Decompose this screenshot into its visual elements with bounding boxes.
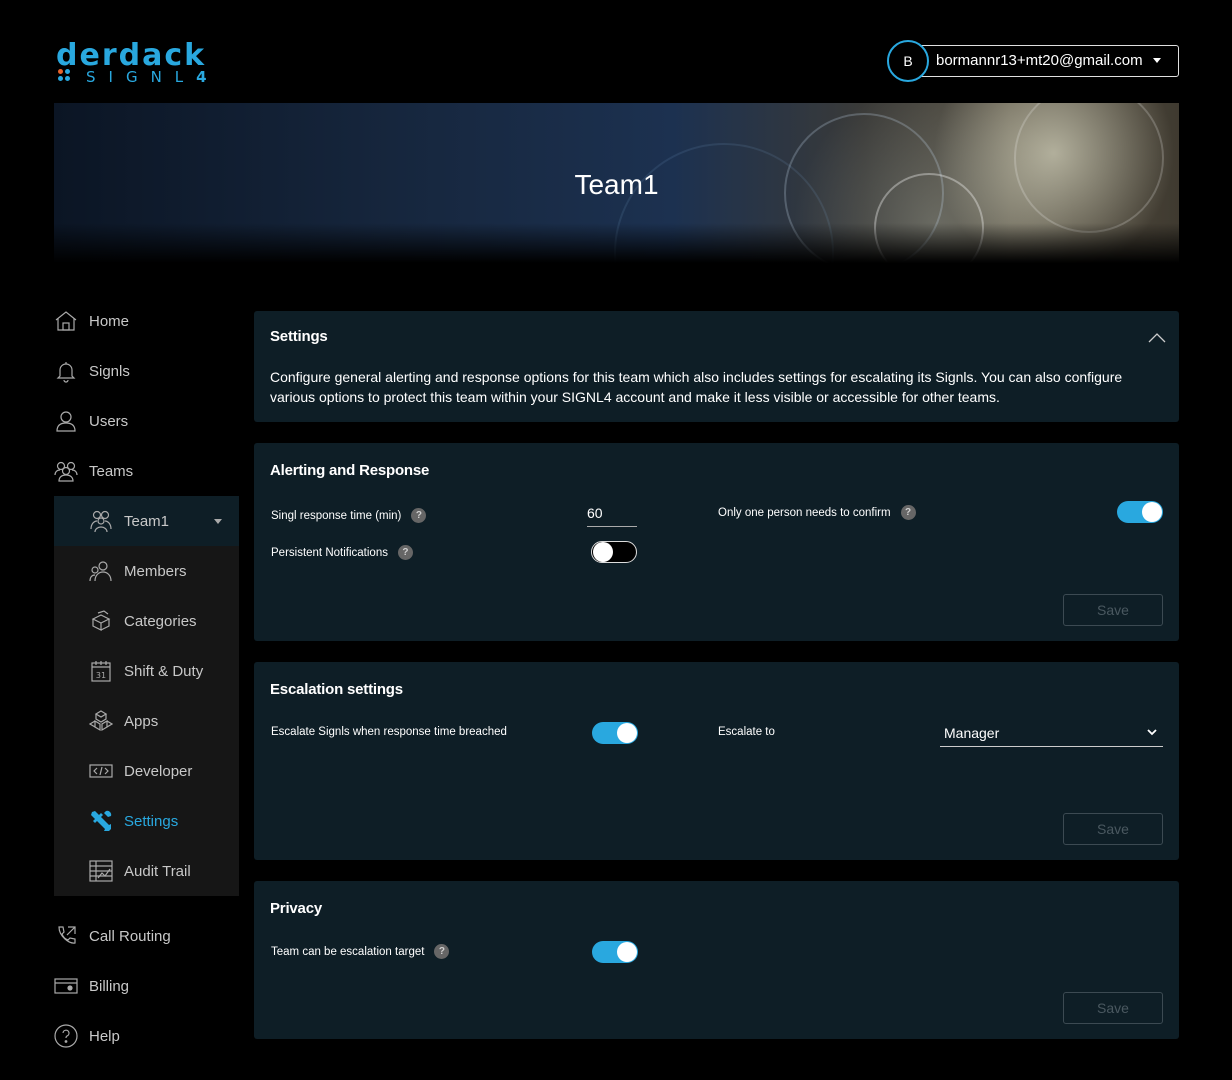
apps-icon	[89, 709, 113, 733]
sidebar-item-members[interactable]: Members	[89, 546, 239, 596]
settings-card: Settings Configure general alerting and …	[254, 311, 1179, 422]
persistent-notifications-label: Persistent Notifications ?	[271, 545, 413, 560]
escalate-to-select[interactable]: Manager	[940, 722, 1163, 747]
sidebar-item-label: Developer	[124, 762, 193, 780]
escalation-target-toggle[interactable]	[592, 941, 638, 963]
team-icon	[89, 509, 113, 533]
save-button[interactable]: Save	[1063, 992, 1163, 1024]
settings-description: Configure general alerting and response …	[270, 369, 1123, 405]
card-title: Settings	[270, 328, 328, 345]
sidebar-item-users[interactable]: Users	[54, 396, 239, 446]
sidebar-item-home[interactable]: Home	[54, 296, 239, 346]
sidebar-item-label: Home	[89, 312, 130, 330]
sidebar-item-label: Shift & Duty	[124, 662, 204, 680]
toggle-knob	[617, 723, 637, 743]
card-title: Escalation settings	[270, 681, 403, 698]
card-title: Alerting and Response	[270, 462, 430, 479]
wrench-icon	[89, 809, 113, 833]
escalation-card: Escalation settings Escalate Signls when…	[254, 662, 1179, 860]
privacy-card: Privacy Team can be escalation target ? …	[254, 881, 1179, 1039]
alerting-card: Alerting and Response Singl response tim…	[254, 443, 1179, 641]
sidebar-item-label: Settings	[124, 812, 179, 830]
user-email: bormannr13+mt20@gmail.com	[936, 52, 1143, 69]
sidebar-item-label: Team1	[124, 512, 170, 530]
sidebar-item-label: Categories	[124, 612, 197, 630]
audit-icon	[89, 859, 113, 883]
toggle-knob	[593, 542, 613, 562]
members-icon	[89, 559, 113, 583]
sidebar-item-label: Call Routing	[89, 927, 171, 945]
persistent-notifications-toggle[interactable]	[591, 541, 637, 563]
user-icon	[54, 409, 78, 433]
sidebar-item-call-routing[interactable]: Call Routing	[54, 911, 239, 961]
help-icon[interactable]: ?	[397, 545, 413, 560]
sidebar-item-signls[interactable]: Signls	[54, 346, 239, 396]
chevron-down-icon[interactable]	[1153, 58, 1161, 63]
brand-name: DERDACK	[56, 38, 207, 73]
phone-icon	[54, 924, 78, 948]
calendar-icon: 31	[89, 659, 113, 683]
user-menu[interactable]: B bormannr13+mt20@gmail.com	[887, 40, 1179, 82]
toggle-knob	[617, 942, 637, 962]
sidebar-item-teams[interactable]: Teams	[54, 446, 239, 496]
toggle-knob	[1142, 502, 1162, 522]
escalate-label: Escalate Signls when response time breac…	[271, 726, 507, 738]
sidebar-item-label: Teams	[89, 462, 134, 480]
response-time-input[interactable]: 60	[587, 501, 637, 527]
escalate-to-label: Escalate to	[718, 726, 775, 738]
one-person-confirm-label: Only one person needs to confirm ?	[718, 505, 916, 520]
sidebar-item-label: Signls	[89, 362, 130, 380]
bell-icon	[54, 359, 78, 383]
sidebar-item-label: Members	[124, 562, 187, 580]
sidebar-item-label: Apps	[124, 712, 159, 730]
home-icon	[54, 309, 78, 333]
avatar[interactable]: B	[887, 40, 929, 82]
escalate-toggle[interactable]	[592, 722, 638, 744]
sidebar-item-label: Users	[89, 412, 129, 430]
sidebar-item-label: Help	[89, 1027, 120, 1045]
billing-icon	[54, 974, 78, 998]
brand-logo[interactable]: DERDACK SIGNL4	[56, 38, 246, 87]
team-submenu: Team1 Members Categories 31 Shift & Duty…	[54, 496, 239, 896]
escalation-target-label: Team can be escalation target ?	[271, 944, 450, 959]
chevron-down-icon	[1147, 729, 1157, 736]
sidebar-item-audit-trail[interactable]: Audit Trail	[89, 846, 239, 896]
team-selector[interactable]: Team1	[54, 496, 239, 546]
help-icon[interactable]: ?	[411, 508, 427, 523]
code-icon	[89, 759, 113, 783]
card-title: Privacy	[270, 900, 322, 917]
help-icon[interactable]: ?	[900, 505, 916, 520]
brand-product: SIGNL4	[86, 68, 220, 86]
sidebar-item-categories[interactable]: Categories	[89, 596, 239, 646]
sidebar-item-billing[interactable]: Billing	[54, 961, 239, 1011]
sidebar-item-developer[interactable]: Developer	[89, 746, 239, 796]
save-button[interactable]: Save	[1063, 813, 1163, 845]
sidebar-item-label: Audit Trail	[124, 862, 191, 880]
chevron-down-icon[interactable]	[214, 519, 222, 524]
team-banner: Team1	[54, 103, 1179, 263]
chevron-up-icon[interactable]	[1148, 333, 1166, 343]
page-title: Team1	[574, 169, 659, 200]
one-person-confirm-toggle[interactable]	[1117, 501, 1163, 523]
brand-dots-icon	[58, 69, 72, 83]
teams-icon	[54, 459, 78, 483]
sidebar-item-help[interactable]: Help	[54, 1011, 239, 1061]
sidebar-item-settings[interactable]: Settings	[89, 796, 239, 846]
response-time-label: Singl response time (min) ?	[271, 508, 427, 523]
sidebar-item-apps[interactable]: Apps	[89, 696, 239, 746]
sidebar-item-shift-duty[interactable]: 31 Shift & Duty	[89, 646, 239, 696]
help-icon[interactable]: ?	[434, 944, 450, 959]
svg-text:31: 31	[96, 671, 106, 680]
sidebar-item-label: Billing	[89, 977, 130, 995]
help-icon	[54, 1024, 78, 1048]
save-button[interactable]: Save	[1063, 594, 1163, 626]
categories-icon	[89, 609, 113, 633]
